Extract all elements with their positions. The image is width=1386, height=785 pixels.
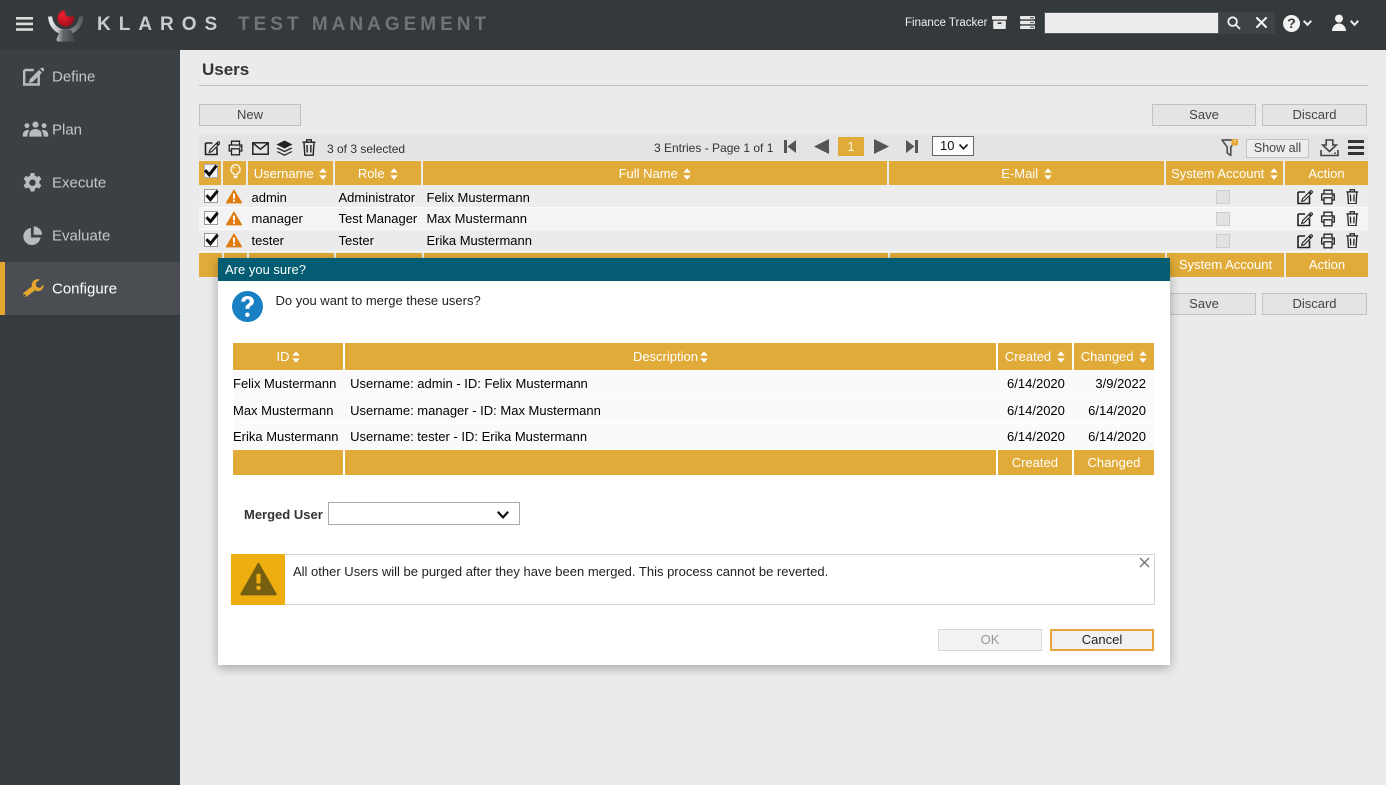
svg-text:?: ? (1287, 15, 1296, 31)
svg-text:?: ? (1233, 140, 1236, 146)
